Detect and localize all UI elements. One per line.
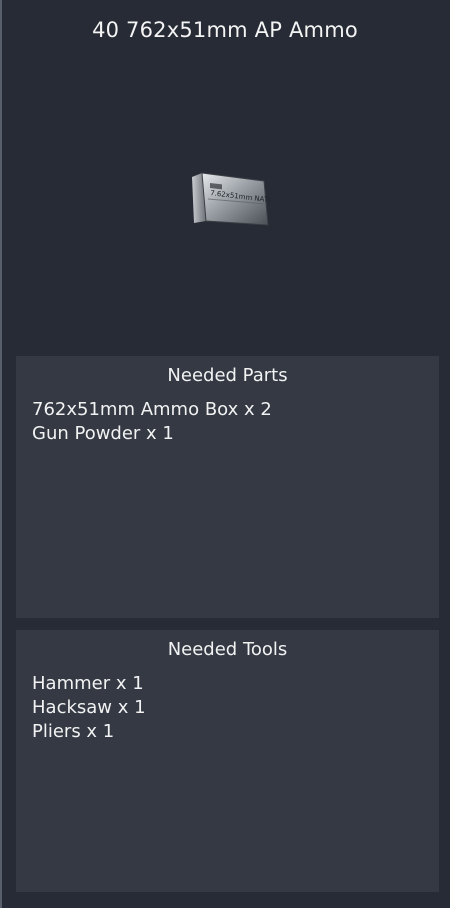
tool-item: Hammer x 1: [32, 673, 144, 694]
needed-tools-list: Hammer x 1 Hacksaw x 1 Pliers x 1: [32, 672, 146, 744]
tool-item: Hacksaw x 1: [32, 697, 146, 718]
needed-tools-section: Needed Tools Hammer x 1 Hacksaw x 1 Plie…: [16, 630, 439, 892]
part-item: 762x51mm Ammo Box x 2: [32, 399, 272, 420]
needed-parts-heading: Needed Parts: [167, 365, 288, 386]
needed-tools-heading: Needed Tools: [167, 639, 288, 660]
needed-parts-list: 762x51mm Ammo Box x 2 Gun Powder x 1: [32, 398, 272, 446]
tool-item: Pliers x 1: [32, 721, 115, 742]
crafting-detail-panel: 40 762x51mm AP Ammo 7.62x51mm NATO Neede…: [0, 0, 450, 908]
part-item: Gun Powder x 1: [32, 423, 174, 444]
ammo-box-image: 7.62x51mm NATO: [192, 172, 270, 226]
needed-parts-section: Needed Parts 762x51mm Ammo Box x 2 Gun P…: [16, 356, 439, 618]
item-title: 40 762x51mm AP Ammo: [92, 18, 358, 42]
